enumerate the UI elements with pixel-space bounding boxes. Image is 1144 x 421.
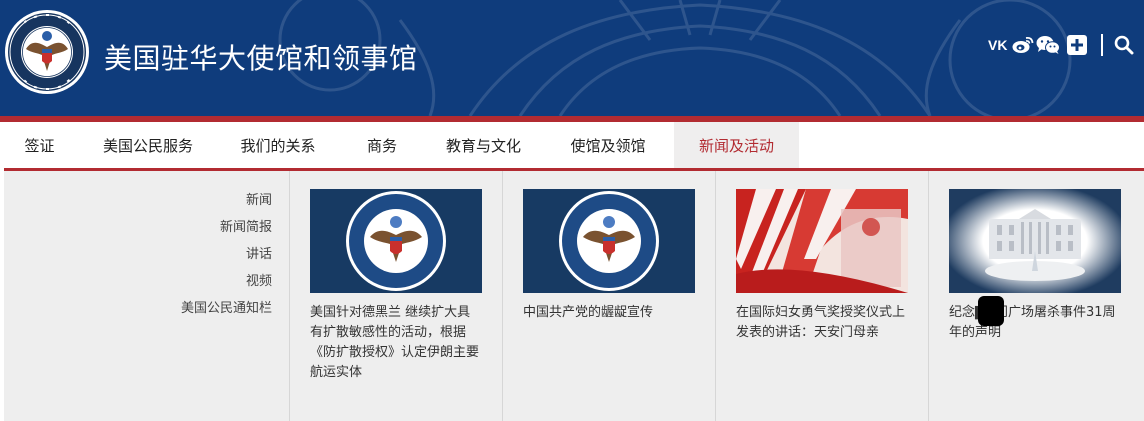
submenu-list: 新闻 新闻简报 讲话 视频 美国公民通知栏 [4,171,290,421]
nav-item-news-events[interactable]: 新闻及活动 [674,122,799,168]
news-card[interactable]: 中国共产党的龌龊宣传 [523,189,695,323]
nav-item-our-relationship[interactable]: 我们的关系 [217,122,339,168]
nav-item-visas[interactable]: 签证 [0,122,79,168]
toolbar-divider [1101,34,1104,56]
site-title[interactable]: 美国驻华大使馆和领事馆 [104,37,418,77]
news-card-title[interactable]: 中国共产党的龌龊宣传 [523,303,695,323]
submenu-item-citizen-notices[interactable]: 美国公民通知栏 [181,297,272,316]
state-department-seal-image[interactable] [523,189,695,293]
wechat-icon[interactable] [1035,34,1061,56]
submenu-item-press-briefings[interactable]: 新闻简报 [220,216,272,235]
news-card[interactable]: 纪念▇▇门广场屠杀事件31周年的声明 [949,189,1121,343]
news-card-title[interactable]: 纪念▇▇门广场屠杀事件31周年的声明 [949,303,1121,343]
column-divider [502,171,503,421]
vk-icon[interactable]: VK [988,34,1007,56]
state-department-seal-image[interactable] [310,189,482,293]
nav-item-embassy-consulates[interactable]: 使馆及领馆 [542,122,674,168]
state-department-seal-logo[interactable] [4,9,90,95]
search-icon[interactable] [1113,34,1135,56]
nav-item-education-culture[interactable]: 教育与文化 [425,122,542,168]
submenu-item-speeches[interactable]: 讲话 [246,243,272,262]
submenu-item-videos[interactable]: 视频 [246,270,272,289]
plus-icon[interactable] [1065,34,1089,56]
nav-item-business[interactable]: 商务 [339,122,425,168]
social-toolbar: VK [988,34,1135,56]
redaction-mark [978,296,1004,326]
news-card[interactable]: 在国际妇女勇气奖授奖仪式上发表的讲话：天安门母亲 [736,189,908,343]
weibo-icon[interactable] [1011,34,1035,56]
news-card-title[interactable]: 在国际妇女勇气奖授奖仪式上发表的讲话：天安门母亲 [736,303,908,343]
news-card-title[interactable]: 美国针对德黑兰 继续扩大具有扩散敏感性的活动，根据《防扩散授权》认定伊朗主要航运… [310,303,482,383]
submenu-item-news[interactable]: 新闻 [246,189,272,208]
nav-item-citizen-services[interactable]: 美国公民服务 [79,122,217,168]
news-card[interactable]: 美国针对德黑兰 继续扩大具有扩散敏感性的活动，根据《防扩散授权》认定伊朗主要航运… [310,189,482,383]
column-divider [928,171,929,421]
column-divider [715,171,716,421]
site-header: 美国驻华大使馆和领事馆 VK [0,0,1144,116]
main-nav: 签证 美国公民服务 我们的关系 商务 教育与文化 使馆及领馆 新闻及活动 [0,122,1144,168]
white-house-image[interactable] [949,189,1121,293]
news-mega-menu: 新闻 新闻简报 讲话 视频 美国公民通知栏 美国针对德黑兰 继续扩大具有扩散敏感… [4,171,1144,421]
award-ceremony-flags-image[interactable] [736,189,908,293]
